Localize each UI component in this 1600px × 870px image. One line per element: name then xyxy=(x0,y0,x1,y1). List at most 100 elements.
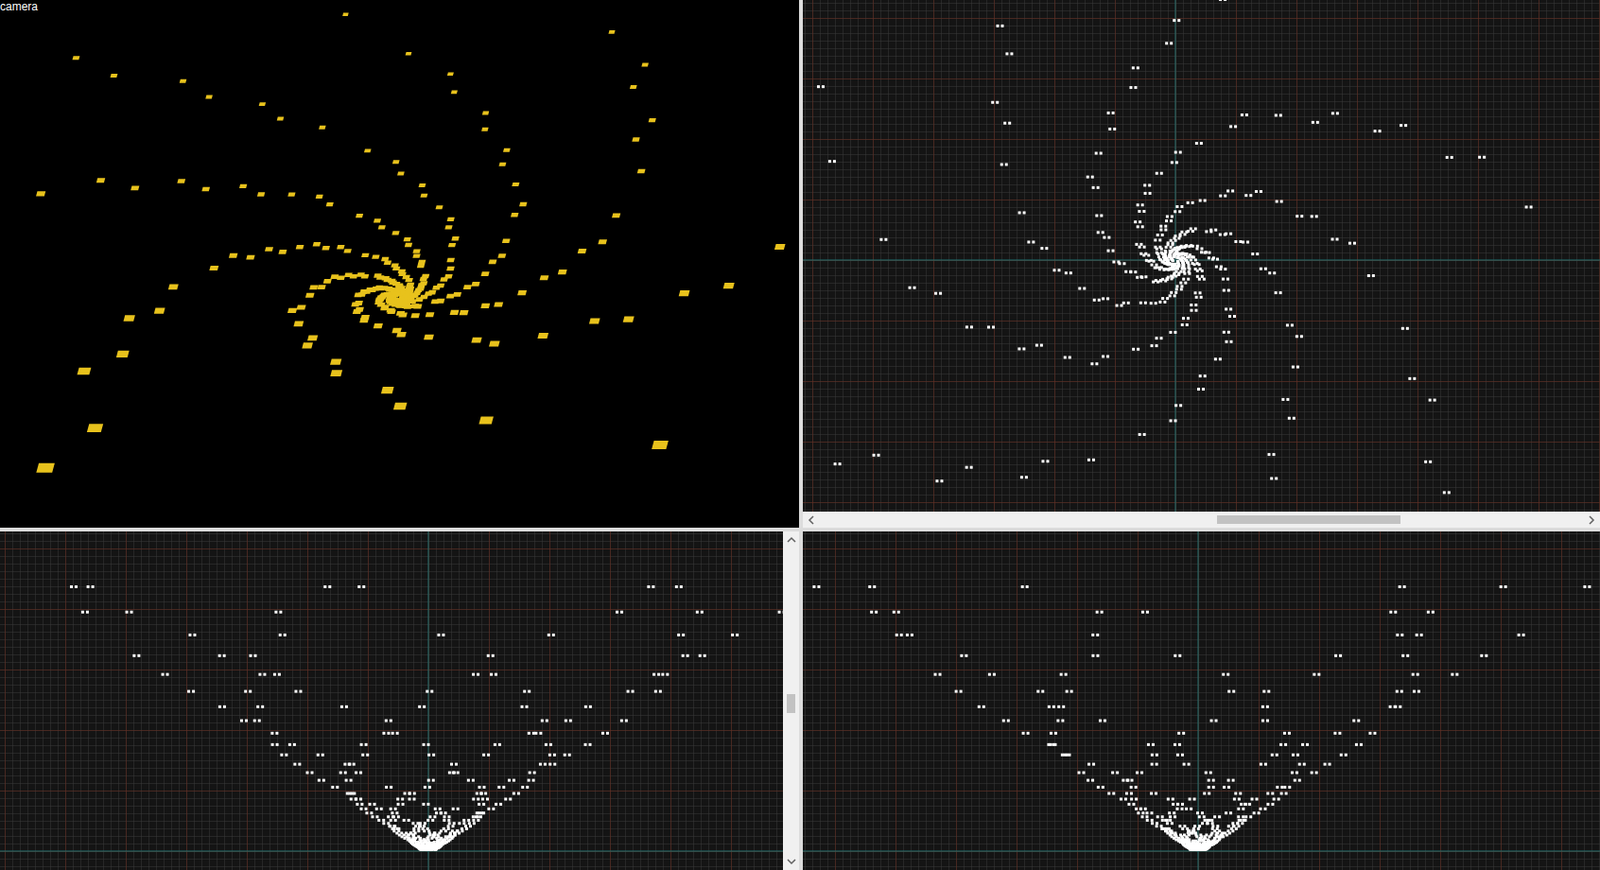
point[interactable] xyxy=(817,85,825,88)
point[interactable] xyxy=(1275,200,1284,204)
point[interactable] xyxy=(1499,585,1508,589)
point[interactable] xyxy=(346,792,354,796)
object-block[interactable] xyxy=(451,236,459,241)
point[interactable] xyxy=(1150,344,1159,348)
object-block[interactable] xyxy=(403,237,412,242)
point[interactable] xyxy=(1280,792,1288,796)
point[interactable] xyxy=(316,753,325,757)
point[interactable] xyxy=(908,286,917,290)
point[interactable] xyxy=(1426,610,1435,614)
point[interactable] xyxy=(427,753,435,757)
object-block[interactable] xyxy=(287,308,297,314)
point[interactable] xyxy=(256,705,264,709)
point[interactable] xyxy=(1194,291,1202,295)
object-block[interactable] xyxy=(487,260,497,265)
point[interactable] xyxy=(1274,291,1283,295)
point[interactable] xyxy=(1233,824,1241,828)
point[interactable] xyxy=(1230,827,1238,831)
point[interactable] xyxy=(1367,274,1375,278)
object-block[interactable] xyxy=(444,225,453,229)
object-block[interactable] xyxy=(122,314,135,321)
point[interactable] xyxy=(317,779,326,783)
object-block[interactable] xyxy=(371,254,380,259)
point[interactable] xyxy=(1479,654,1488,658)
point[interactable] xyxy=(1165,245,1173,249)
arrow-up-icon[interactable] xyxy=(784,533,799,547)
point[interactable] xyxy=(539,763,547,766)
point[interactable] xyxy=(1175,284,1183,288)
side-viewport-grid[interactable] xyxy=(802,531,1600,870)
point[interactable] xyxy=(442,818,451,822)
point[interactable] xyxy=(293,763,301,766)
point[interactable] xyxy=(1243,802,1252,806)
side-viewport[interactable] xyxy=(802,531,1600,870)
point[interactable] xyxy=(448,771,456,775)
point[interactable] xyxy=(1525,205,1533,209)
point[interactable] xyxy=(294,690,302,694)
point[interactable] xyxy=(355,802,364,806)
point[interactable] xyxy=(1161,818,1169,822)
point[interactable] xyxy=(1091,654,1099,658)
point[interactable] xyxy=(1090,362,1098,366)
point[interactable] xyxy=(1389,705,1397,709)
point[interactable] xyxy=(652,673,661,677)
object-block[interactable] xyxy=(417,263,426,268)
point[interactable] xyxy=(1182,763,1191,766)
point[interactable] xyxy=(218,705,227,709)
object-block[interactable] xyxy=(577,248,588,254)
point[interactable] xyxy=(347,763,356,766)
point[interactable] xyxy=(1112,260,1120,263)
scrollbar-thumb[interactable] xyxy=(1217,515,1402,524)
point[interactable] xyxy=(81,610,89,614)
point[interactable] xyxy=(1210,719,1218,723)
point[interactable] xyxy=(1159,228,1167,232)
point[interactable] xyxy=(274,610,282,614)
point[interactable] xyxy=(1086,779,1095,783)
point[interactable] xyxy=(1283,785,1291,789)
object-block[interactable] xyxy=(116,350,130,358)
point[interactable] xyxy=(1155,824,1164,828)
point[interactable] xyxy=(1415,633,1424,637)
object-block[interactable] xyxy=(425,312,435,317)
point[interactable] xyxy=(1290,771,1299,775)
point[interactable] xyxy=(1193,262,1201,266)
point[interactable] xyxy=(1169,291,1178,295)
point[interactable] xyxy=(270,731,279,735)
point[interactable] xyxy=(69,585,78,589)
point[interactable] xyxy=(1167,267,1176,271)
object-block[interactable] xyxy=(481,271,490,277)
object-block[interactable] xyxy=(417,260,426,264)
object-block[interactable] xyxy=(287,191,296,196)
point[interactable] xyxy=(1198,278,1206,281)
object-block[interactable] xyxy=(110,73,119,78)
point[interactable] xyxy=(1165,219,1173,223)
point[interactable] xyxy=(1168,330,1177,334)
point[interactable] xyxy=(1147,260,1156,263)
point[interactable] xyxy=(1167,811,1176,815)
object-block[interactable] xyxy=(330,369,343,377)
point[interactable] xyxy=(434,811,443,815)
object-block[interactable] xyxy=(435,298,445,304)
point[interactable] xyxy=(1159,225,1167,228)
point[interactable] xyxy=(1153,238,1162,242)
object-block[interactable] xyxy=(321,245,331,250)
point[interactable] xyxy=(1161,296,1169,300)
object-block[interactable] xyxy=(415,296,424,302)
point[interactable] xyxy=(1298,763,1306,766)
object-block[interactable] xyxy=(470,281,480,287)
point[interactable] xyxy=(1002,719,1010,723)
point[interactable] xyxy=(1310,771,1319,775)
object-block[interactable] xyxy=(723,282,735,289)
point[interactable] xyxy=(1252,811,1261,815)
point[interactable] xyxy=(1269,476,1278,480)
object-block[interactable] xyxy=(413,304,422,310)
point[interactable] xyxy=(1098,719,1107,723)
point[interactable] xyxy=(1240,113,1249,117)
point[interactable] xyxy=(1155,172,1164,175)
horizontal-scrollbar[interactable] xyxy=(802,511,1600,528)
point[interactable] xyxy=(1163,827,1171,831)
point[interactable] xyxy=(1186,201,1195,205)
object-block[interactable] xyxy=(463,284,472,290)
object-block[interactable] xyxy=(608,30,615,35)
point[interactable] xyxy=(584,743,592,747)
